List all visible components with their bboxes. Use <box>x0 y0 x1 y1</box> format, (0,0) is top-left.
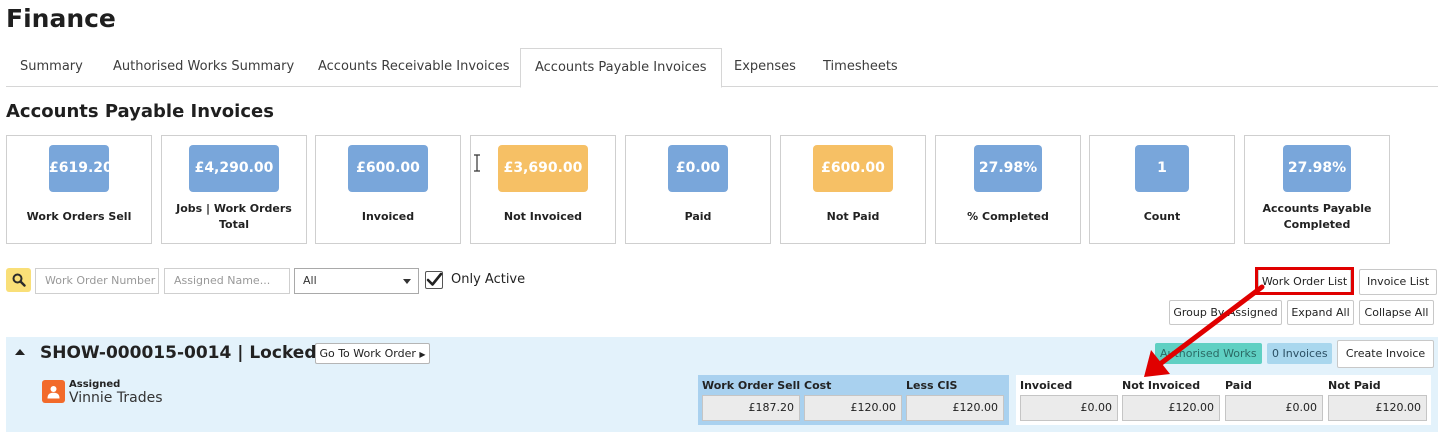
less-cis-label: Less CIS <box>906 379 958 392</box>
card-label: Not Paid <box>826 210 880 223</box>
less-cis-value: £120.00 <box>906 395 1004 421</box>
invoice-summary: Invoiced Not Invoiced Paid Not Paid £0.0… <box>1016 375 1431 425</box>
card-label: Jobs | Work Orders Total <box>176 202 292 231</box>
authorised-works-tag: Authorised Works <box>1155 343 1262 364</box>
card-label: Accounts Payable Completed <box>1262 202 1372 231</box>
collapse-all-button[interactable]: Collapse All <box>1359 300 1434 325</box>
card-label: % Completed <box>967 210 1049 223</box>
paid-value: £0.00 <box>1225 395 1323 421</box>
check-icon <box>426 272 443 286</box>
page-title: Finance <box>6 4 116 33</box>
card-percent-completed: 27.98% % Completed <box>935 135 1081 244</box>
tab-expenses[interactable]: Expenses <box>734 48 796 87</box>
card-value: £4,290.00 <box>189 145 279 192</box>
status-select[interactable]: All <box>294 268 419 294</box>
tab-authorised-works-summary[interactable]: Authorised Works Summary <box>113 48 294 87</box>
go-to-work-order-label: Go To Work Order <box>319 347 416 360</box>
not-invoiced-value: £120.00 <box>1122 395 1220 421</box>
work-order-sell-value: £187.20 <box>702 395 800 421</box>
tab-accounts-receivable-invoices[interactable]: Accounts Receivable Invoices <box>318 48 510 87</box>
tab-timesheets[interactable]: Timesheets <box>823 48 898 87</box>
tab-accounts-payable-invoices[interactable]: Accounts Payable Invoices <box>520 48 722 88</box>
card-not-paid: £600.00 Not Paid <box>780 135 926 244</box>
only-active-checkbox[interactable] <box>425 271 443 289</box>
card-value: 27.98% <box>1283 145 1351 192</box>
work-order-title: SHOW-000015-0014 | Locked <box>40 343 317 363</box>
invoiced-value: £0.00 <box>1020 395 1118 421</box>
cost-value: £120.00 <box>804 395 902 421</box>
annotation-highlight-box <box>1255 267 1354 295</box>
card-jobs-work-orders-total: £4,290.00 Jobs | Work Orders Total <box>161 135 307 244</box>
group-by-assigned-button[interactable]: Group By Assigned <box>1169 300 1282 325</box>
invoice-list-button[interactable]: Invoice List <box>1359 269 1437 295</box>
card-label: Not Invoiced <box>503 210 583 223</box>
only-active-label: Only Active <box>451 272 526 287</box>
card-label: Work Orders Sell <box>26 210 132 223</box>
cost-summary: Work Order Sell Cost Less CIS £187.20 £1… <box>698 375 1009 425</box>
not-invoiced-label: Not Invoiced <box>1122 379 1201 392</box>
card-value: 27.98% <box>974 145 1042 192</box>
card-value: £3,690.00 <box>498 145 588 192</box>
create-invoice-button[interactable]: Create Invoice <box>1337 340 1434 368</box>
cost-label: Cost <box>804 379 832 392</box>
invoiced-label: Invoiced <box>1020 379 1073 392</box>
card-value: 1 <box>1135 145 1189 192</box>
chevron-down-icon <box>403 279 411 284</box>
expand-all-button[interactable]: Expand All <box>1287 300 1354 325</box>
card-invoiced: £600.00 Invoiced <box>315 135 461 244</box>
section-title: Accounts Payable Invoices <box>6 101 274 122</box>
card-count: 1 Count <box>1089 135 1235 244</box>
assigned-name: Vinnie Trades <box>69 390 163 406</box>
card-value: £619.20 <box>49 145 113 192</box>
not-paid-value: £120.00 <box>1328 395 1427 421</box>
search-icon <box>12 273 26 287</box>
card-label: Count <box>1143 210 1181 223</box>
go-to-work-order-button[interactable]: Go To Work Order ▶ <box>315 343 430 364</box>
card-paid: £0.00 Paid <box>625 135 771 244</box>
card-value: £600.00 <box>348 145 428 192</box>
card-not-invoiced: £3,690.00 Not Invoiced <box>470 135 616 244</box>
tab-summary[interactable]: Summary <box>20 48 83 87</box>
collapse-caret-icon[interactable] <box>15 349 25 355</box>
assigned-name-input[interactable]: Assigned Name... <box>164 268 290 294</box>
work-order-sell-label: Work Order Sell <box>702 379 801 392</box>
caret-right-icon: ▶ <box>419 350 426 359</box>
text-cursor-icon <box>474 154 480 172</box>
assigned-label: Assigned <box>69 379 121 390</box>
paid-label: Paid <box>1225 379 1252 392</box>
card-label: Paid <box>684 210 712 223</box>
not-paid-label: Not Paid <box>1328 379 1381 392</box>
card-value: £0.00 <box>668 145 728 192</box>
search-button[interactable] <box>6 268 31 292</box>
user-icon <box>42 380 65 403</box>
status-select-value: All <box>303 274 317 287</box>
card-label: Invoiced <box>361 210 415 223</box>
invoices-count-tag: 0 Invoices <box>1267 343 1332 364</box>
card-accounts-payable-completed: 27.98% Accounts Payable Completed <box>1244 135 1390 244</box>
work-order-number-input[interactable]: Work Order Number <box>35 268 159 294</box>
tab-bar: Summary Authorised Works Summary Account… <box>6 48 1438 88</box>
card-work-orders-sell: £619.20 Work Orders Sell <box>6 135 152 244</box>
card-value: £600.00 <box>813 145 893 192</box>
